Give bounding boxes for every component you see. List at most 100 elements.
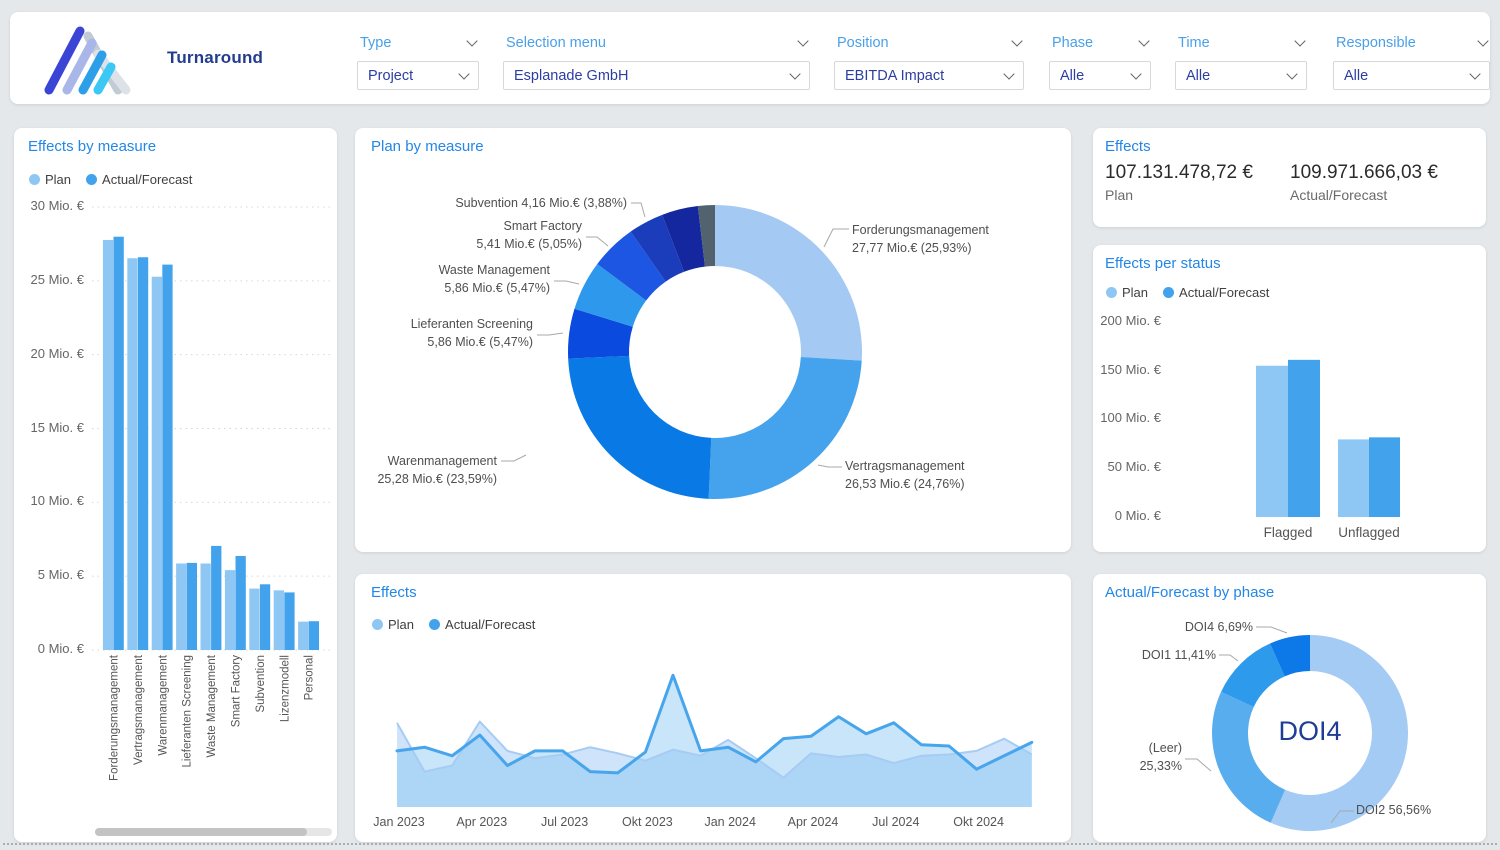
- category-label: Subvention: [255, 655, 267, 713]
- filter-selection-value: Esplanade GmbH: [514, 68, 628, 84]
- effects-timeline-chart: [355, 574, 1071, 842]
- bar-actual-Flagged[interactable]: [1288, 360, 1320, 517]
- y-axis-tick: 0 Mio. €: [1097, 508, 1161, 523]
- bar-plan-0[interactable]: [103, 240, 113, 650]
- filter-position-dropdown[interactable]: EBITDA Impact: [834, 61, 1024, 90]
- bar-actual-1[interactable]: [138, 257, 148, 650]
- y-axis-tick: 150 Mio. €: [1097, 362, 1161, 377]
- filter-time-label: Time: [1178, 35, 1210, 51]
- logo-icon: [36, 24, 140, 96]
- kpi-plan-label: Plan: [1105, 187, 1133, 203]
- x-axis-tick: Apr 2023: [447, 815, 517, 829]
- filter-phase: Phase Alle: [1049, 34, 1151, 90]
- bar-plan-1[interactable]: [127, 258, 137, 650]
- donut-label-warenmanagement: Warenmanagement25,28 Mio.€ (23,59%): [377, 452, 497, 488]
- kpi-forecast-value: 109.971.666,03 €: [1290, 162, 1438, 184]
- y-axis-tick: 20 Mio. €: [20, 346, 84, 361]
- bar-actual-4[interactable]: [211, 546, 221, 650]
- bar-actual-6[interactable]: [260, 584, 270, 650]
- filter-type-dropdown[interactable]: Project: [357, 61, 479, 90]
- bar-actual-2[interactable]: [162, 265, 172, 650]
- filter-responsible: Responsible Alle: [1333, 34, 1490, 90]
- x-axis-tick: Okt 2024: [944, 815, 1014, 829]
- filter-type-label: Type: [360, 35, 391, 51]
- y-axis-tick: 200 Mio. €: [1097, 313, 1161, 328]
- bar-plan-6[interactable]: [249, 589, 259, 650]
- category-label: Lieferanten Screening: [182, 655, 194, 768]
- filter-type: Type Project: [357, 34, 479, 90]
- y-axis-tick: 0 Mio. €: [20, 641, 84, 656]
- chevron-down-icon: [1469, 68, 1480, 79]
- scrollbar-thumb[interactable]: [95, 828, 307, 836]
- chevron-down-icon[interactable]: [1138, 35, 1149, 46]
- chevron-down-icon[interactable]: [466, 35, 477, 46]
- filter-phase-value: Alle: [1060, 68, 1084, 84]
- bar-plan-2[interactable]: [152, 277, 162, 650]
- filter-phase-dropdown[interactable]: Alle: [1049, 61, 1151, 90]
- donut-label-waste-management: Waste Management5,86 Mio.€ (5,47%): [439, 261, 550, 297]
- bar-plan-5[interactable]: [225, 570, 235, 650]
- filter-time: Time Alle: [1175, 34, 1307, 90]
- panel-effects-by-measure: Effects by measure Plan Actual/Forecast …: [14, 128, 337, 842]
- filter-selection-dropdown[interactable]: Esplanade GmbH: [503, 61, 810, 90]
- callout-line: [1256, 627, 1287, 633]
- bar-actual-3[interactable]: [187, 563, 197, 650]
- filter-responsible-value: Alle: [1344, 68, 1368, 84]
- chevron-down-icon[interactable]: [797, 35, 808, 46]
- donut-label-lieferanten-screening: Lieferanten Screening5,86 Mio.€ (5,47%): [411, 315, 533, 351]
- x-axis-tick: Apr 2024: [778, 815, 848, 829]
- bar-plan-4[interactable]: [201, 563, 211, 650]
- filter-time-value: Alle: [1186, 68, 1210, 84]
- donut-label-leer: (Leer)25,33%: [1140, 739, 1182, 775]
- horizontal-scrollbar[interactable]: [95, 828, 332, 836]
- filter-selection-menu: Selection menu Esplanade GmbH: [503, 34, 810, 90]
- bar-actual-5[interactable]: [236, 556, 246, 650]
- bar-actual-7[interactable]: [284, 592, 294, 650]
- chevron-down-icon[interactable]: [1011, 35, 1022, 46]
- bar-plan-Flagged[interactable]: [1256, 366, 1288, 517]
- y-axis-tick: 25 Mio. €: [20, 272, 84, 287]
- y-axis-tick: 100 Mio. €: [1097, 410, 1161, 425]
- bar-actual-0[interactable]: [114, 237, 124, 650]
- callout-line: [537, 333, 563, 335]
- slice-Vertragsmanagement[interactable]: [709, 357, 862, 499]
- x-axis-label: Unflagged: [1327, 525, 1411, 540]
- callout-line: [1185, 759, 1211, 771]
- bar-plan-7[interactable]: [274, 590, 284, 650]
- chevron-down-icon[interactable]: [1294, 35, 1305, 46]
- filter-time-dropdown[interactable]: Alle: [1175, 61, 1307, 90]
- effects-per-status-chart: [1093, 245, 1486, 552]
- filter-responsible-label: Responsible: [1336, 35, 1416, 51]
- filter-responsible-dropdown[interactable]: Alle: [1333, 61, 1490, 90]
- bar-plan-Unflagged[interactable]: [1338, 439, 1369, 517]
- y-axis-tick: 15 Mio. €: [20, 420, 84, 435]
- filter-position-value: EBITDA Impact: [845, 68, 944, 84]
- callout-line: [501, 455, 526, 461]
- filter-type-value: Project: [368, 68, 413, 84]
- filter-phase-label: Phase: [1052, 35, 1093, 51]
- bar-plan-3[interactable]: [176, 563, 186, 650]
- panel-forecast-by-phase: Actual/Forecast by phase DOI4 DOI2 56,56…: [1093, 574, 1486, 842]
- slice-Forderungsmanagement[interactable]: [715, 205, 862, 361]
- y-axis-tick: 5 Mio. €: [20, 567, 84, 582]
- x-axis-tick: Jul 2024: [861, 815, 931, 829]
- y-axis-tick: 30 Mio. €: [20, 198, 84, 213]
- bar-actual-8[interactable]: [309, 621, 319, 650]
- donut-label-doi4: DOI4 6,69%: [1185, 618, 1253, 636]
- donut-label-vertragsmanagement: Vertragsmanagement26,53 Mio.€ (24,76%): [845, 457, 965, 493]
- kpi-plan-value: 107.131.478,72 €: [1105, 162, 1253, 184]
- company-logo: [36, 24, 140, 101]
- callout-line: [631, 203, 645, 217]
- chevron-down-icon[interactable]: [1477, 35, 1488, 46]
- kpi-forecast-label: Actual/Forecast: [1290, 187, 1387, 203]
- filter-selection-label: Selection menu: [506, 35, 606, 51]
- bar-plan-8[interactable]: [298, 622, 308, 650]
- filter-position-label: Position: [837, 35, 889, 51]
- slice-(Leer)[interactable]: [1212, 692, 1285, 823]
- bar-actual-Unflagged[interactable]: [1369, 437, 1400, 517]
- effects-by-measure-chart: ForderungsmanagementVertragsmanagementWa…: [14, 128, 337, 842]
- category-label: Smart Factory: [231, 655, 243, 727]
- slice-Warenmanagement[interactable]: [568, 356, 711, 499]
- category-label: Waste Management: [206, 654, 218, 757]
- donut-label-doi1: DOI1 11,41%: [1142, 646, 1216, 664]
